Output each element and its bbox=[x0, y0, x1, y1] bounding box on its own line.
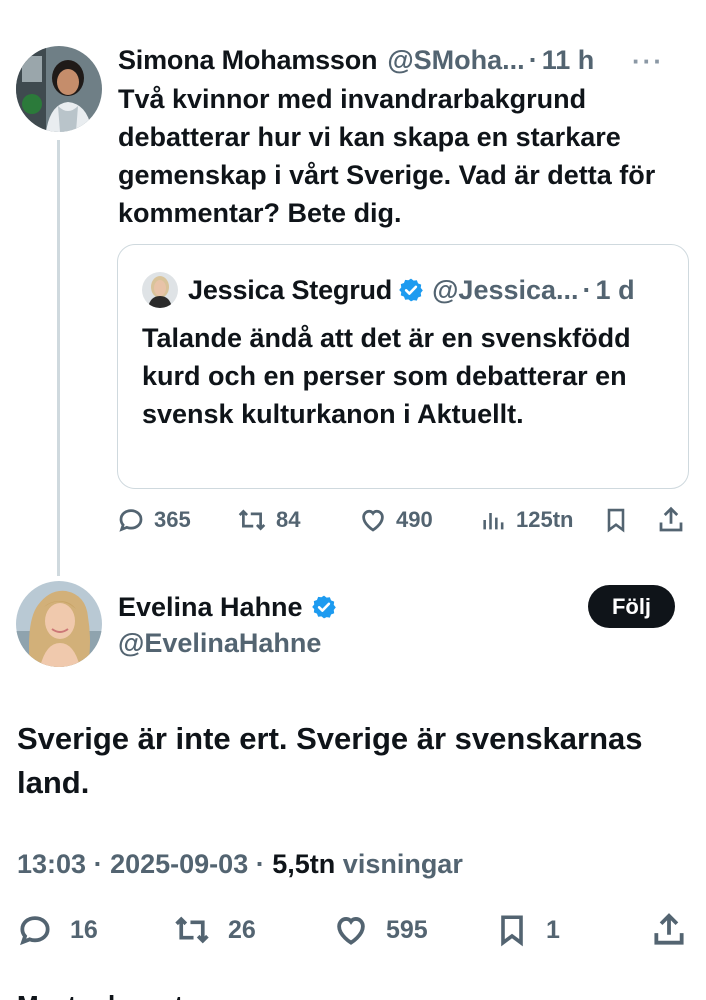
more-dots-icon[interactable]: ··· bbox=[632, 46, 664, 77]
repost-button[interactable]: 84 bbox=[236, 500, 300, 540]
main-action-bar: 16 26 595 1 bbox=[16, 908, 696, 952]
reply-action-bar: 365 84 490 125tn bbox=[116, 500, 691, 540]
views-label: visningar bbox=[342, 849, 463, 879]
share-icon bbox=[654, 913, 684, 945]
bookmark-icon bbox=[607, 508, 625, 533]
reply-text: Två kvinnor med invandrarbakgrund debatt… bbox=[118, 84, 656, 228]
verified-badge-icon bbox=[311, 594, 337, 620]
like-button[interactable]: 595 bbox=[332, 908, 428, 952]
quote-header: Jessica Stegrud @Jessica... · 1 d bbox=[142, 272, 635, 308]
reply-author-name[interactable]: Simona Mohamsson bbox=[118, 45, 378, 76]
views-button[interactable]: 125tn bbox=[480, 500, 573, 540]
bookmark-icon bbox=[501, 915, 523, 947]
like-button[interactable]: 490 bbox=[358, 500, 433, 540]
tweet-meta: 13:03 · 2025-09-03 · 5,5tn visningar bbox=[17, 849, 463, 880]
previous-tweet-fragment bbox=[380, 0, 450, 4]
share-button[interactable] bbox=[656, 500, 686, 540]
tweet-time[interactable]: 13:03 bbox=[17, 849, 86, 879]
main-author-avatar[interactable] bbox=[16, 581, 102, 667]
main-tweet-header: Evelina Hahne @EvelinaHahne bbox=[118, 588, 345, 659]
quote-author-name: Jessica Stegrud bbox=[188, 274, 393, 305]
verified-badge-icon bbox=[398, 277, 424, 303]
separator-dot: · bbox=[255, 849, 265, 879]
repost-icon bbox=[238, 509, 266, 531]
bookmark-button[interactable]: 1 bbox=[494, 908, 560, 952]
replies-sort-label[interactable]: Mest relevanta svaren bbox=[17, 990, 289, 1000]
like-count: 595 bbox=[386, 915, 428, 944]
bookmark-count: 1 bbox=[546, 915, 560, 944]
repost-count: 26 bbox=[228, 915, 256, 944]
reply-button[interactable]: 365 bbox=[116, 500, 191, 540]
quote-text: Talande ändå att det är en svenskfödd ku… bbox=[142, 323, 631, 429]
repost-icon bbox=[175, 916, 209, 944]
main-author-handle[interactable]: @EvelinaHahne bbox=[118, 628, 345, 659]
thread-connector-line bbox=[57, 140, 60, 576]
reply-button[interactable]: 16 bbox=[16, 908, 98, 952]
main-author-name[interactable]: Evelina Hahne bbox=[118, 592, 303, 623]
main-tweet-text: Sverige är inte ert. Sverige är svenskar… bbox=[17, 721, 643, 800]
quote-author-handle: @Jessica... bbox=[432, 274, 579, 305]
reply-author-avatar[interactable] bbox=[16, 46, 102, 132]
separator-dot: · bbox=[528, 44, 538, 75]
heart-icon bbox=[362, 509, 384, 532]
reply-time[interactable]: 11 h bbox=[542, 45, 595, 76]
reply-header: Simona Mohamsson @SMoha... · 11 h ··· bbox=[118, 43, 678, 77]
views-total: 5,5tn bbox=[272, 849, 336, 879]
reply-count: 365 bbox=[154, 507, 191, 532]
comment-icon bbox=[119, 509, 143, 532]
separator-dot: · bbox=[582, 274, 592, 305]
quote-author-avatar bbox=[142, 272, 178, 308]
analytics-icon bbox=[483, 513, 504, 530]
repost-button[interactable]: 26 bbox=[172, 908, 256, 952]
share-icon bbox=[659, 506, 683, 532]
reply-count: 16 bbox=[70, 915, 98, 944]
tweet-date[interactable]: 2025-09-03 bbox=[110, 849, 248, 879]
heart-icon bbox=[337, 917, 365, 945]
reply-author-handle[interactable]: @SMoha... bbox=[387, 45, 524, 76]
comment-icon bbox=[20, 916, 50, 946]
share-button[interactable] bbox=[650, 908, 688, 952]
like-count: 490 bbox=[396, 507, 433, 532]
separator-dot: · bbox=[93, 849, 103, 879]
bookmark-button[interactable] bbox=[602, 500, 630, 540]
quoted-tweet-card[interactable]: Jessica Stegrud @Jessica... · 1 d Taland… bbox=[117, 244, 689, 489]
quote-time: 1 d bbox=[595, 274, 635, 305]
follow-button[interactable]: Följ bbox=[588, 585, 675, 628]
repost-count: 84 bbox=[276, 507, 301, 532]
views-count: 125tn bbox=[516, 507, 574, 532]
